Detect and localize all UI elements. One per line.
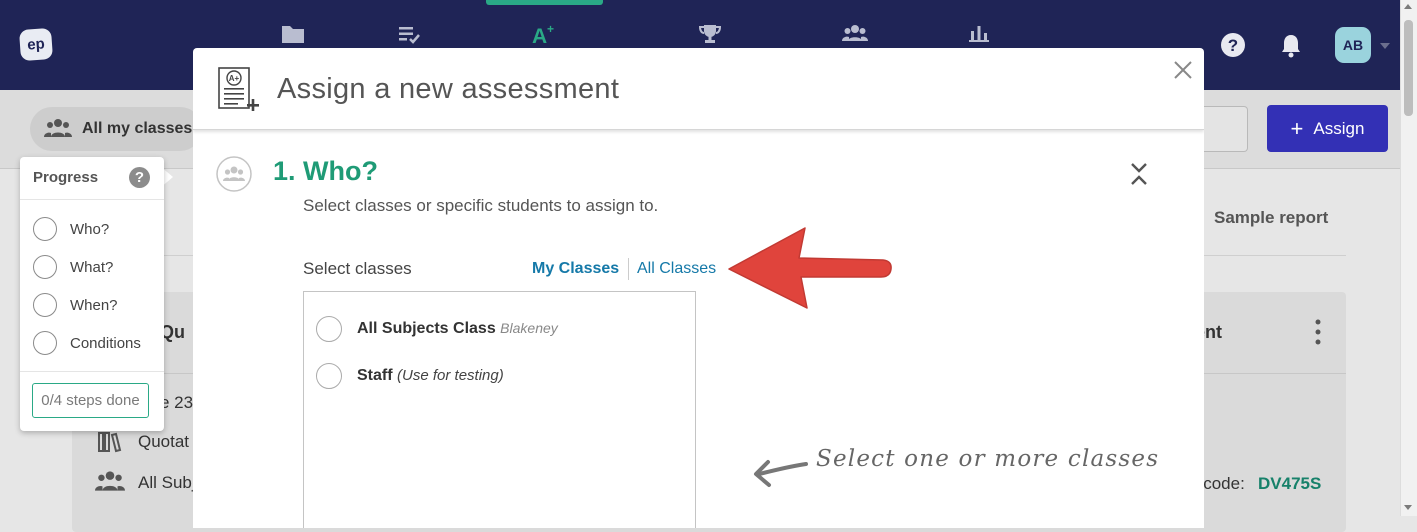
sample-report-link[interactable]: Sample report <box>1214 208 1328 228</box>
svg-text:A+: A+ <box>229 74 240 83</box>
assign-button[interactable]: + Assign <box>1267 105 1388 152</box>
list-item[interactable]: Staff (Use for testing) <box>357 367 504 385</box>
app-logo[interactable]: ep <box>18 27 54 62</box>
tab-all-classes[interactable]: All Classes <box>637 260 716 278</box>
more-options-icon[interactable] <box>1312 318 1324 346</box>
class-note: (Use for testing) <box>397 367 504 384</box>
progress-header: Progress ? <box>20 157 164 200</box>
annotation-arrow <box>725 222 895 312</box>
nav-active-indicator <box>486 0 603 5</box>
trophy-icon[interactable] <box>694 20 726 48</box>
progress-panel: Progress ? Who? What? When? Conditions 0… <box>20 157 164 431</box>
scroll-up-icon[interactable] <box>1404 4 1412 9</box>
class-radio-all-subjects[interactable] <box>316 316 342 342</box>
class-name: Staff <box>357 367 393 384</box>
collapse-icon[interactable] <box>1129 161 1149 187</box>
class-teacher: Blakeney <box>500 320 558 336</box>
tab-my-classes[interactable]: My Classes <box>532 260 619 278</box>
tab-divider <box>628 258 629 280</box>
modal-title: Assign a new assessment <box>277 73 620 105</box>
list-item[interactable]: All Subjects Class Blakeney <box>357 320 558 338</box>
class-name: All Subjects Class <box>357 320 496 337</box>
step-who-label[interactable]: Who? <box>70 221 109 238</box>
bar-chart-icon[interactable] <box>963 20 995 48</box>
avatar-initials: AB <box>1342 37 1364 53</box>
bell-icon[interactable] <box>1279 32 1303 58</box>
assessment-doc-icon: A+ <box>217 66 261 114</box>
class-group-icon <box>95 470 125 492</box>
step-who-circle[interactable] <box>33 217 57 241</box>
svg-text:A: A <box>532 25 547 48</box>
class-list: All Subjects Class Blakeney Staff (Use f… <box>303 291 696 528</box>
folder-icon[interactable] <box>277 20 309 48</box>
step-when-circle[interactable] <box>33 293 57 317</box>
hint-arrow-icon <box>751 456 809 488</box>
progress-title: Progress <box>33 169 99 186</box>
step-conditions-label[interactable]: Conditions <box>70 335 141 352</box>
scroll-thumb[interactable] <box>1404 20 1413 116</box>
card-class-name: All Subj <box>138 473 196 492</box>
class-selector-label: All my classes <box>82 120 193 137</box>
dropdown-chevron-icon[interactable] <box>1380 43 1390 50</box>
task-list-icon[interactable] <box>393 20 425 48</box>
step-what-circle[interactable] <box>33 255 57 279</box>
logo-text: ep <box>26 35 46 54</box>
assign-button-label: Assign <box>1313 118 1365 138</box>
books-icon <box>96 430 124 454</box>
modal-header: A+ Assign a new assessment <box>193 48 1204 130</box>
plus-icon: + <box>1290 115 1304 141</box>
svg-text:+: + <box>547 22 554 36</box>
help-icon[interactable]: ? <box>1220 32 1246 58</box>
card-date: e 23 <box>160 393 194 412</box>
classes-icon <box>44 118 72 138</box>
who-step-icon <box>216 156 252 192</box>
section-subtitle: Select classes or specific students to a… <box>303 196 659 215</box>
scroll-down-icon[interactable] <box>1404 505 1412 510</box>
avatar[interactable]: AB <box>1335 27 1371 63</box>
hint-text: Select one or more classes <box>816 446 1160 472</box>
card-code[interactable]: DV475S <box>1258 474 1321 494</box>
assign-assessment-modal: A+ Assign a new assessment 1. Who? Selec… <box>193 48 1204 528</box>
card-assessment-name: Quotat <box>138 432 190 451</box>
step-what-label[interactable]: What? <box>70 259 113 276</box>
assessment-icon[interactable]: A + <box>528 20 560 48</box>
select-classes-label: Select classes <box>303 259 412 278</box>
class-radio-staff[interactable] <box>316 363 342 389</box>
step-conditions-circle[interactable] <box>33 331 57 355</box>
svg-text:?: ? <box>1228 36 1238 55</box>
step-when-label[interactable]: When? <box>70 297 118 314</box>
progress-help-icon[interactable]: ? <box>129 167 150 188</box>
steps-done-badge: 0/4 steps done <box>32 383 149 418</box>
progress-divider <box>20 371 164 372</box>
section-title: 1. Who? <box>273 156 378 186</box>
close-icon[interactable] <box>1173 60 1193 80</box>
groups-icon[interactable] <box>839 20 871 48</box>
